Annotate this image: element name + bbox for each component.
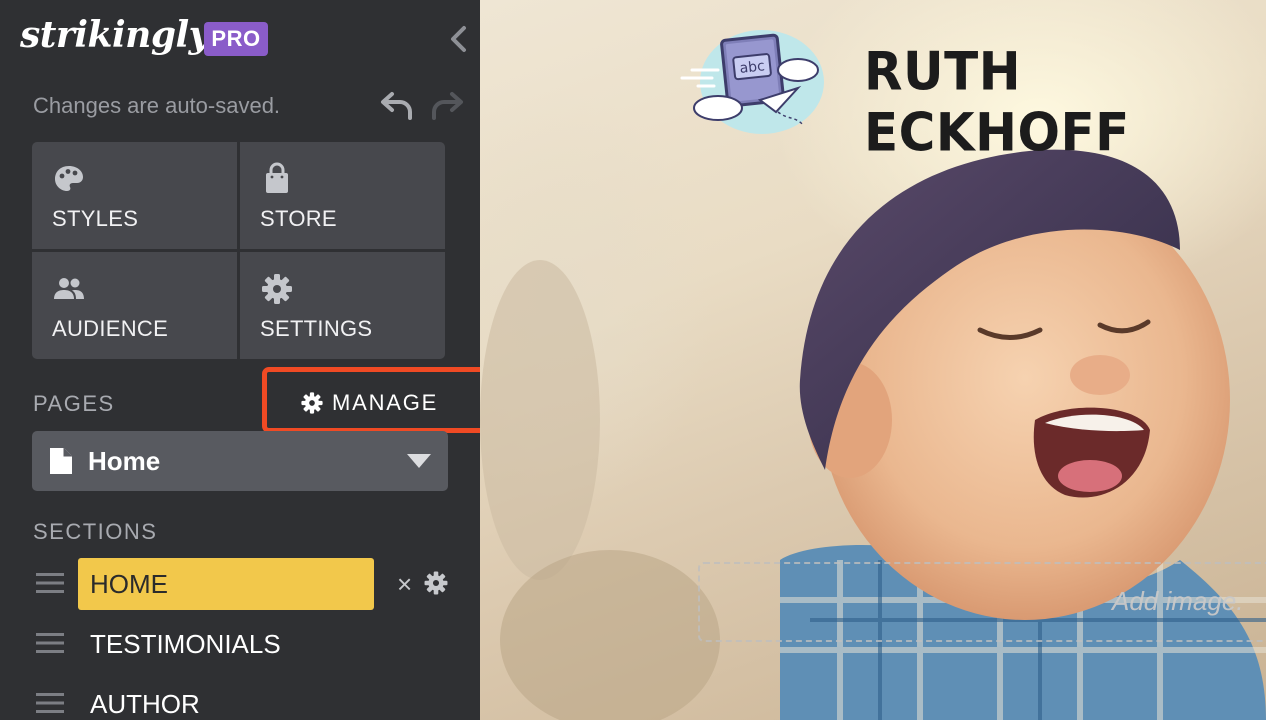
site-title[interactable]: RUTH ECKHOFF: [864, 41, 1266, 163]
drag-handle-icon[interactable]: [36, 691, 64, 715]
settings-tile[interactable]: SETTINGS: [240, 252, 445, 359]
section-row-author[interactable]: AUTHOR: [0, 678, 480, 720]
editor-sidebar: strikingly PRO Changes are auto-saved. S…: [0, 0, 480, 720]
pages-heading: PAGES: [33, 391, 115, 416]
audience-label: AUDIENCE: [52, 316, 169, 341]
current-page-label: Home: [88, 446, 161, 476]
manage-highlight-outline: [262, 367, 480, 433]
palette-icon: [55, 166, 83, 191]
page-selector-dropdown[interactable]: Home: [32, 431, 448, 491]
document-icon: [50, 448, 72, 474]
shopping-bag-icon: [266, 162, 288, 193]
redo-button[interactable]: [428, 90, 464, 122]
sections-heading: SECTIONS: [33, 519, 158, 544]
drag-handle-icon[interactable]: [36, 571, 64, 595]
undo-button[interactable]: [380, 90, 416, 122]
autosave-status: Changes are auto-saved.: [33, 93, 281, 118]
store-tile[interactable]: STORE: [240, 142, 445, 249]
gear-icon[interactable]: [423, 570, 449, 596]
caret-down-icon: [407, 454, 431, 468]
logo-text: abc: [739, 58, 766, 77]
site-logo[interactable]: abc: [678, 16, 824, 136]
strikingly-logo: strikingly: [20, 14, 210, 56]
settings-label: SETTINGS: [260, 316, 373, 341]
styles-tile[interactable]: STYLES: [32, 142, 237, 249]
redo-icon: [432, 92, 463, 120]
collapse-sidebar-button[interactable]: [446, 24, 470, 54]
chevron-left-icon: [451, 26, 466, 52]
section-row-home[interactable]: HOME ×: [0, 558, 480, 610]
pro-badge: PRO: [204, 22, 268, 56]
styles-label: STYLES: [52, 206, 139, 231]
section-label: HOME: [78, 558, 374, 610]
section-row-testimonials[interactable]: TESTIMONIALS: [0, 618, 480, 670]
gear-icon: [262, 274, 292, 304]
store-label: STORE: [260, 206, 337, 231]
undo-icon: [381, 92, 412, 120]
section-label: AUTHOR: [90, 689, 200, 719]
site-preview-canvas[interactable]: abc RUTH ECKHOFF Add image.: [480, 0, 1266, 720]
people-icon: [54, 278, 84, 299]
audience-tile[interactable]: AUDIENCE: [32, 252, 237, 359]
section-label: TESTIMONIALS: [90, 629, 281, 659]
add-image-label: Add image.: [1112, 586, 1244, 616]
drag-handle-icon[interactable]: [36, 631, 64, 655]
delete-section-icon[interactable]: ×: [397, 569, 412, 599]
